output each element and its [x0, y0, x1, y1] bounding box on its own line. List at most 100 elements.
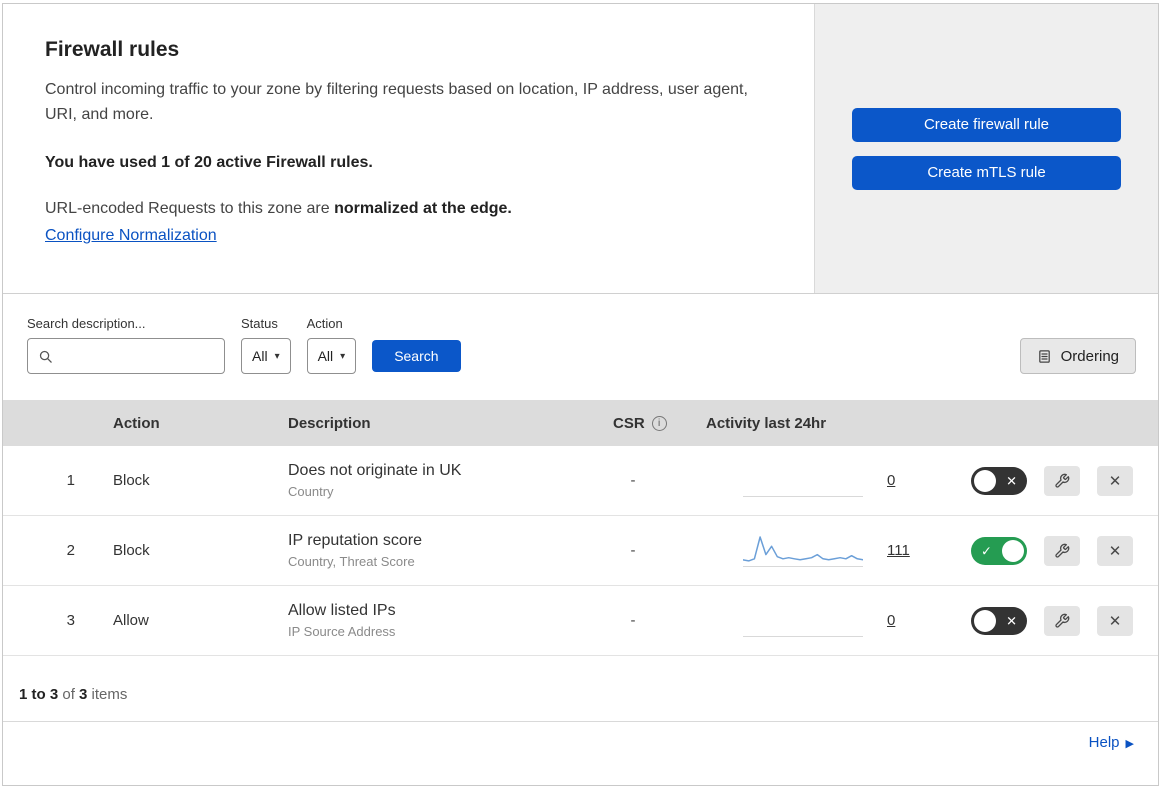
rule-criteria: Country	[288, 484, 334, 499]
edit-rule-button[interactable]	[1044, 465, 1080, 496]
rule-controls: ✕ ✕	[928, 605, 1158, 636]
rule-activity-cell: 111	[678, 534, 928, 567]
activity-count-link[interactable]: 0	[887, 612, 895, 629]
status-dropdown-value: All	[252, 348, 268, 364]
status-dropdown[interactable]: All ▾	[241, 338, 291, 374]
delete-rule-button[interactable]: ✕	[1097, 465, 1133, 496]
rule-description: IP reputation score	[288, 532, 423, 549]
rule-criteria: Country, Threat Score	[288, 554, 415, 569]
normalization-note: URL-encoded Requests to this zone are no…	[45, 200, 774, 218]
status-filter-group: Status All ▾	[241, 316, 291, 374]
activity-count-link[interactable]: 0	[887, 472, 895, 489]
close-icon: ✕	[1108, 542, 1122, 560]
rule-description-cell: Allow listed IPs IP Source Address	[268, 602, 588, 639]
action-dropdown[interactable]: All ▾	[306, 338, 357, 374]
header-section: Firewall rules Control incoming traffic …	[3, 4, 1158, 294]
firewall-rules-card: Firewall rules Control incoming traffic …	[2, 3, 1159, 786]
activity-sparkline	[743, 464, 863, 497]
toggle-state-icon: ✕	[1006, 473, 1017, 488]
rule-action: Allow	[113, 612, 149, 629]
toggle-state-icon: ✕	[1006, 613, 1017, 628]
search-input[interactable]	[60, 347, 214, 365]
rule-activity-cell: 0	[678, 604, 928, 637]
rule-enabled-toggle[interactable]: ✓	[971, 536, 1027, 565]
rule-description: Allow listed IPs	[288, 602, 396, 619]
column-header-description: Description	[288, 414, 371, 432]
items-range: 1 to 3	[19, 686, 59, 703]
search-icon	[38, 349, 53, 364]
create-mtls-rule-button[interactable]: Create mTLS rule	[852, 155, 1121, 190]
toggle-knob	[974, 609, 996, 632]
page-title: Firewall rules	[45, 38, 180, 61]
wrench-icon	[1054, 613, 1070, 629]
column-header-csr: CSR i	[588, 415, 678, 432]
action-dropdown-value: All	[317, 348, 334, 364]
delete-rule-button[interactable]: ✕	[1097, 605, 1133, 636]
action-label: Action	[306, 316, 343, 331]
close-icon: ✕	[1108, 612, 1122, 630]
help-bar: Help ▶	[3, 722, 1158, 766]
ordering-button-label: Ordering	[1060, 347, 1119, 365]
rule-description-cell: Does not originate in UK Country	[268, 462, 588, 499]
table-row: 1 Block Does not originate in UK Country…	[3, 446, 1158, 516]
table-row: 3 Allow Allow listed IPs IP Source Addre…	[3, 586, 1158, 656]
rule-priority: 1	[66, 472, 75, 489]
chevron-down-icon: ▾	[274, 350, 280, 362]
search-label: Search description...	[27, 316, 146, 331]
delete-rule-button[interactable]: ✕	[1097, 535, 1133, 566]
activity-sparkline	[743, 534, 863, 567]
rule-enabled-toggle[interactable]: ✕	[971, 466, 1027, 495]
configure-normalization-link[interactable]: Configure Normalization	[45, 227, 217, 244]
rule-csr: -	[630, 612, 636, 629]
rule-activity-cell: 0	[678, 464, 928, 497]
header-text-block: Firewall rules Control incoming traffic …	[3, 4, 814, 293]
edit-rule-button[interactable]	[1044, 535, 1080, 566]
close-icon: ✕	[1108, 472, 1122, 490]
table-header: Action Description CSR i Activity last 2…	[3, 400, 1158, 446]
help-link-label: Help	[1088, 734, 1120, 751]
rule-csr: -	[630, 472, 636, 489]
status-label: Status	[241, 316, 278, 331]
rule-description-cell: IP reputation score Country, Threat Scor…	[268, 532, 588, 569]
rule-action: Block	[113, 542, 150, 559]
wrench-icon	[1054, 543, 1070, 559]
info-icon[interactable]: i	[651, 415, 667, 431]
pagination-summary: 1 to 3 of 3 items	[3, 656, 1158, 722]
rule-priority: 2	[66, 542, 75, 559]
edit-rule-button[interactable]	[1044, 605, 1080, 636]
filter-bar: Search description... Status All ▾ Actio…	[3, 294, 1158, 400]
activity-sparkline	[743, 604, 863, 637]
help-arrow-icon: ▶	[1125, 738, 1134, 750]
search-button[interactable]: Search	[372, 340, 461, 372]
toggle-state-icon: ✓	[981, 543, 992, 558]
action-filter-group: Action All ▾	[306, 316, 357, 374]
page-description: Control incoming traffic to your zone by…	[45, 81, 748, 123]
wrench-icon	[1054, 473, 1070, 489]
items-label: items	[87, 686, 128, 703]
search-box[interactable]	[27, 338, 225, 374]
help-link[interactable]: Help ▶	[1089, 734, 1134, 751]
column-header-activity: Activity last 24hr	[706, 414, 827, 432]
column-header-action: Action	[113, 414, 160, 432]
rule-enabled-toggle[interactable]: ✕	[971, 606, 1027, 635]
normalization-bold: normalized at the edge.	[334, 199, 512, 217]
toggle-knob	[1002, 539, 1024, 562]
rule-priority: 3	[66, 612, 75, 629]
ordering-icon	[1037, 349, 1052, 364]
rule-description: Does not originate in UK	[288, 462, 462, 479]
csr-header-label: CSR	[613, 414, 645, 432]
rule-criteria: IP Source Address	[288, 624, 396, 639]
header-actions-panel: Create firewall rule Create mTLS rule	[814, 4, 1158, 293]
rule-controls: ✕ ✕	[928, 465, 1158, 496]
toggle-knob	[974, 469, 996, 492]
activity-count-link[interactable]: 111	[887, 542, 910, 559]
chevron-down-icon: ▾	[340, 350, 346, 362]
rule-controls: ✓ ✕	[928, 535, 1158, 566]
create-firewall-rule-button[interactable]: Create firewall rule	[852, 107, 1121, 142]
search-group: Search description...	[27, 316, 225, 374]
items-of-text: of	[58, 686, 80, 703]
rule-action: Block	[113, 472, 150, 489]
ordering-button[interactable]: Ordering	[1019, 338, 1136, 374]
rule-csr: -	[630, 542, 636, 559]
usage-summary: You have used 1 of 20 active Firewall ru…	[45, 153, 373, 171]
